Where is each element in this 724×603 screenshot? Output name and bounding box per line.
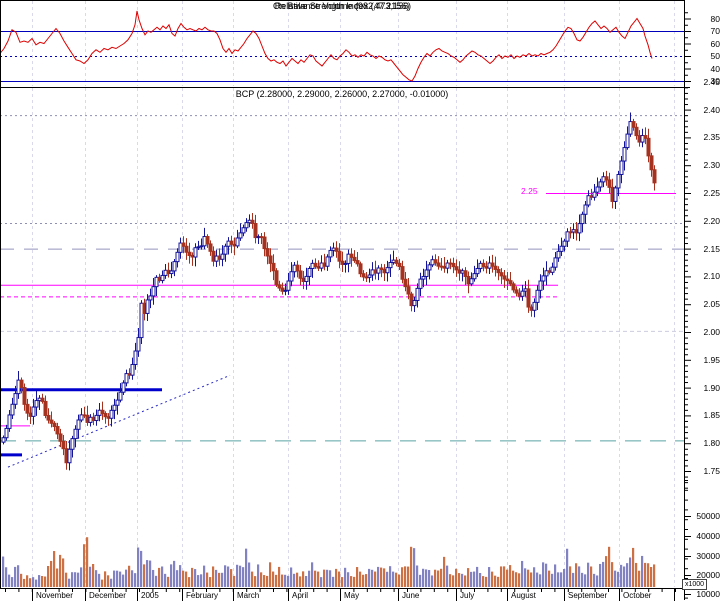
month-label: October	[623, 591, 652, 600]
price-axis-label: 2.05	[703, 299, 720, 310]
price-axis-label: 2.35	[703, 132, 720, 143]
volume-axis-label: 20000	[696, 570, 720, 580]
volume-axis-label: 50000	[696, 511, 720, 521]
rsi-axis-label: 40	[710, 63, 720, 74]
month-label: June	[402, 591, 420, 600]
rsi-panel-title-rsi: Relative Strength Index (47.2156)	[274, 1, 410, 11]
month-label: May	[344, 591, 360, 600]
price-axis-label: 2.40	[703, 104, 720, 115]
price-axis-label: 1.95	[703, 354, 720, 365]
price-axis-label: 2.15	[703, 243, 720, 254]
rsi-axis-label: 80	[710, 13, 720, 24]
month-label: April	[292, 591, 309, 600]
month-label: March	[237, 591, 260, 600]
month-label: September	[568, 591, 608, 600]
price-panel-title: BCP (2.28000, 2.29000, 2.26000, 2.27000,…	[235, 89, 449, 99]
price-line-annotation-2-25: 2.25	[521, 186, 538, 196]
month-label: August	[511, 591, 536, 600]
price-axis-label: 2.30	[703, 160, 720, 171]
stock-chart-window: On Balance Volume (982,473,156) Relative…	[0, 0, 724, 603]
rsi-line	[0, 10, 653, 82]
candlestick-series	[1, 112, 657, 471]
price-axis-label: 2.25	[703, 188, 720, 198]
month-label: December	[89, 591, 126, 600]
price-axis-label: 2.00	[703, 327, 720, 337]
price-axis-label: 2.20	[703, 215, 720, 226]
volume-axis-label: 40000	[696, 531, 720, 541]
price-axis-label: 1.90	[703, 382, 720, 393]
volume-axis-label: 30000	[696, 551, 720, 561]
price-axis-label: 2.10	[703, 271, 720, 282]
month-label: July	[460, 591, 475, 600]
rsi-axis-label: 60	[710, 38, 720, 49]
volume-series	[2, 537, 656, 587]
month-label: February	[186, 591, 219, 600]
price-axis-label: 2.45	[703, 76, 720, 87]
month-label: November	[36, 591, 73, 600]
price-axis-label: 1.85	[703, 410, 720, 421]
month-label: 2005	[141, 591, 159, 600]
volume-axis-label: 10000	[696, 589, 720, 599]
rsi-axis-label: 50	[710, 51, 720, 61]
price-axis-label: 1.75	[703, 466, 720, 476]
rsi-axis-label: 70	[710, 26, 720, 36]
price-axis-label: 1.80	[703, 438, 720, 449]
